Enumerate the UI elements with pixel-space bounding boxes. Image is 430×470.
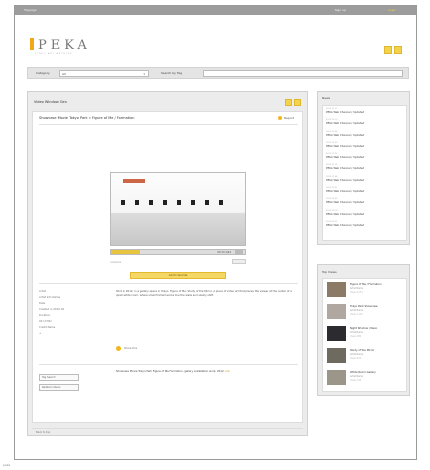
list-item[interactable]: Tokyo Park Showcase Artist Name Views 11… xyxy=(327,304,405,324)
footer-text: peka xyxy=(3,463,11,467)
list-item[interactable]: 2012.10.18 PEKA Web Channel / Updated xyxy=(326,210,403,221)
share-button[interactable]: Share this xyxy=(116,346,137,351)
list-item[interactable]: 2012.11.08 PEKA Web Channel / Updated xyxy=(326,176,403,187)
category-select[interactable]: All ▾ xyxy=(59,70,149,77)
list-item[interactable]: Figure of Me / Formation Artist Name Vie… xyxy=(327,282,405,302)
list-item[interactable]: 2012.11.15 PEKA Web Channel / Updated xyxy=(326,164,403,175)
divider xyxy=(39,364,298,365)
logo-mark-icon xyxy=(30,38,34,50)
volume-label: volume xyxy=(110,260,122,264)
chevron-down-icon: ▾ xyxy=(143,72,145,76)
header-icons xyxy=(384,46,402,54)
video-thumbnail[interactable] xyxy=(327,282,346,297)
top-bar: Toppage Sign up Login xyxy=(15,6,416,15)
search-bar: Category All ▾ Search by Tag xyxy=(27,67,409,79)
keyword-input[interactable] xyxy=(203,70,403,77)
list-item[interactable]: 2012.10.11 PEKA Web Channel / Updated xyxy=(326,221,403,232)
signup-link[interactable]: Sign up xyxy=(335,6,346,15)
grid-icon[interactable] xyxy=(384,46,392,54)
list-item[interactable]: 2012.12.10 PEKA Web Channel / Updated xyxy=(326,119,403,130)
panel-title: Video Window Gen xyxy=(34,100,67,104)
tag-search-button[interactable]: Tag Search xyxy=(39,374,79,381)
gallery-artworks xyxy=(121,200,223,205)
news-panel: News 2012.12.12 PEKA Web Channel / Update… xyxy=(317,91,410,245)
time-display: 02:13 1/14 xyxy=(217,251,231,254)
site-logo[interactable]: PEKA xyxy=(30,38,91,53)
video-panel: Video Window Gen Showcase Movie Tokyo Pa… xyxy=(27,91,308,436)
share-icon xyxy=(116,346,121,351)
list-item[interactable]: 2012.12.12 PEKA Web Channel / Updated xyxy=(326,108,403,119)
video-detail: Showcase Movie Tokyo Park « Figure of Me… xyxy=(32,111,303,423)
news-list: 2012.12.12 PEKA Web Channel / Updated 201… xyxy=(322,105,407,241)
divider xyxy=(39,124,298,125)
divider xyxy=(39,283,298,284)
breadcrumb: Showcase Movie Tokyo Park « Figure of Me… xyxy=(39,116,135,120)
list-item[interactable]: Night Window / Neon Artist Name Views 98… xyxy=(327,326,405,346)
video-thumbnail[interactable] xyxy=(327,326,346,341)
video-thumbnail[interactable] xyxy=(327,304,346,319)
list-item[interactable]: 2012.10.25 PEKA Web Channel / Updated xyxy=(326,198,403,209)
logo-subtitle: VIDEO ART ARCHIVE xyxy=(35,53,73,55)
back-to-top-link[interactable]: Back to top xyxy=(32,428,303,434)
video-description: Shot in 2012, in a gallery space in Toky… xyxy=(116,290,292,297)
report-link[interactable]: Report xyxy=(278,116,294,120)
list-item[interactable]: 2012.11.30 PEKA Web Channel / Updated xyxy=(326,142,403,153)
video-thumbnail[interactable] xyxy=(327,370,346,385)
video-frame[interactable] xyxy=(110,172,246,246)
alert-icon xyxy=(278,116,283,120)
video-thumbnail[interactable] xyxy=(327,348,346,363)
list-icon[interactable] xyxy=(294,99,301,106)
player-controls: volume xyxy=(110,259,246,265)
news-title: News xyxy=(322,96,331,100)
toppage-link[interactable]: Toppage xyxy=(24,6,37,15)
more-link[interactable]: link xyxy=(225,370,230,373)
list-item[interactable]: 2012.12.05 PEKA Web Channel / Updated xyxy=(326,131,403,142)
list-item[interactable]: Study of the Mirror Artist Name Views 87… xyxy=(327,348,405,368)
fullscreen-icon[interactable] xyxy=(235,250,243,254)
progress-bar[interactable]: 02:13 1/14 xyxy=(110,249,246,255)
favorite-button[interactable]: Add to favorite xyxy=(130,272,226,279)
ranking-title: Top Views xyxy=(322,270,337,274)
grid-icon[interactable] xyxy=(285,99,292,106)
list-item[interactable]: 2012.11.22 PEKA Web Channel / Updated xyxy=(326,153,403,164)
ranking-panel: Top Views Figure of Me / Formation Artis… xyxy=(317,264,410,396)
volume-slider[interactable] xyxy=(232,259,246,264)
list-item[interactable]: 2012.11.01 PEKA Web Channel / Updated xyxy=(326,187,403,198)
page-frame: Toppage Sign up Login PEKA VIDEO ART ARC… xyxy=(14,5,417,460)
metadata-labels: Artist Artist Info Name Date Created in … xyxy=(39,290,65,335)
japanese-description: Showcase Movie Tokyo Park Figure of Me F… xyxy=(116,370,230,373)
progress-fill xyxy=(111,250,141,254)
category-label: Category xyxy=(36,71,50,75)
keyword-label: Search by Tag xyxy=(161,71,182,75)
ranking-list: Figure of Me / Formation Artist Name Vie… xyxy=(322,278,407,392)
video-watermark xyxy=(123,179,145,183)
login-link[interactable]: Login xyxy=(388,6,396,15)
related-videos-button[interactable]: Related videos xyxy=(39,384,79,391)
list-item[interactable]: White Room Gallery Artist Name Views 760 xyxy=(327,370,405,390)
related-buttons: Tag Search Related videos xyxy=(39,374,79,394)
list-icon[interactable] xyxy=(394,46,402,54)
panel-titlebar: Video Window Gen xyxy=(28,92,307,109)
logo-text: PEKA xyxy=(38,38,91,53)
